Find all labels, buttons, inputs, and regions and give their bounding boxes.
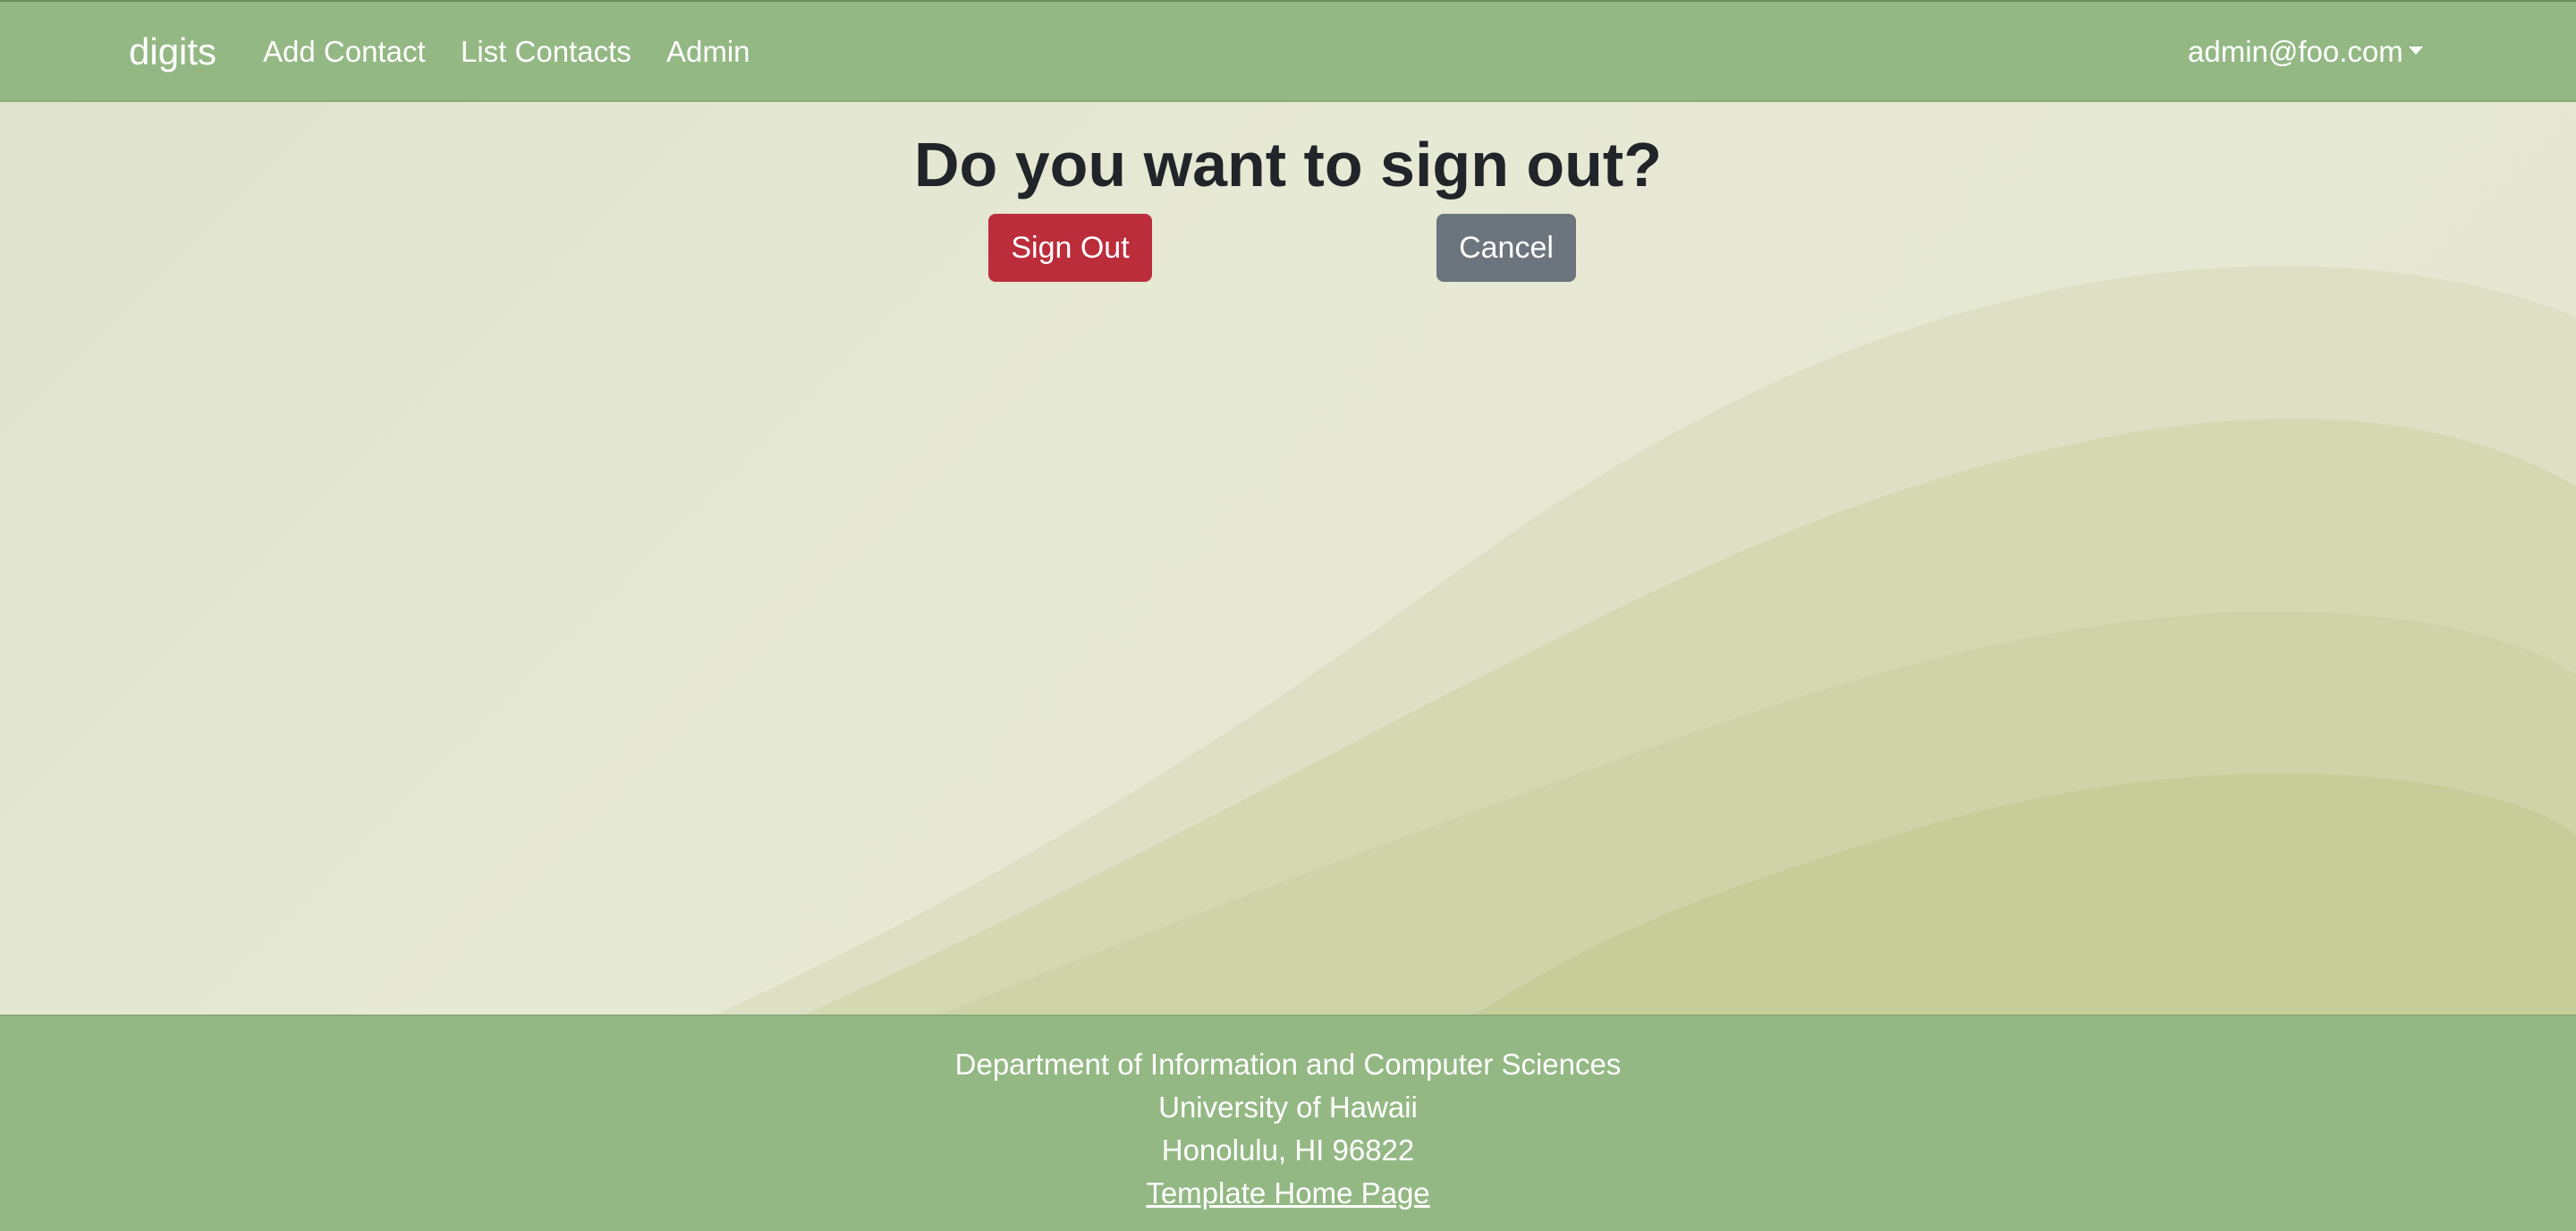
cancel-button[interactable]: Cancel xyxy=(1436,214,1576,282)
user-email: admin@foo.com xyxy=(2188,35,2403,68)
navbar: digits Add Contact List Contacts Admin a… xyxy=(0,0,2576,102)
caret-down-icon xyxy=(2408,46,2423,55)
footer-link-row: Template Home Page xyxy=(0,1174,2576,1213)
page-title: Do you want to sign out? xyxy=(913,130,1662,200)
main-content: Do you want to sign out? Sign Out Cancel xyxy=(0,102,2576,1015)
nav-add-contact[interactable]: Add Contact xyxy=(263,32,426,72)
footer-university: University of Hawaii xyxy=(1158,1091,1418,1124)
footer: Department of Information and Computer S… xyxy=(0,1015,2576,1231)
hills-background xyxy=(716,266,2576,1015)
footer-department: Department of Information and Computer S… xyxy=(954,1048,1622,1081)
user-dropdown[interactable]: admin@foo.com xyxy=(2188,32,2423,72)
brand-link[interactable]: digits xyxy=(129,29,216,75)
template-home-link[interactable]: Template Home Page xyxy=(1146,1176,1429,1210)
nav-list-contacts[interactable]: List Contacts xyxy=(461,32,631,72)
footer-address: Honolulu, HI 96822 xyxy=(1161,1133,1415,1167)
sign-out-button[interactable]: Sign Out xyxy=(988,214,1152,282)
nav-admin[interactable]: Admin xyxy=(666,32,750,72)
